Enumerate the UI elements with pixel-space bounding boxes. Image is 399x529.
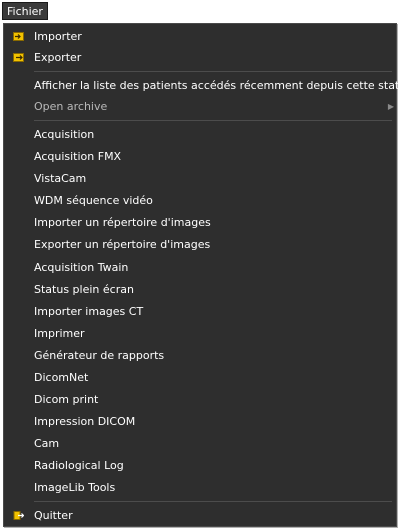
menu-item-label: Dicom print bbox=[34, 393, 99, 406]
menu-item-recent-patients[interactable]: Afficher la liste des patients accédés r… bbox=[4, 75, 399, 96]
menu-item-label: Acquisition Twain bbox=[34, 261, 129, 274]
menu-item-label: WDM séquence vidéo bbox=[34, 194, 153, 207]
menu-separator bbox=[34, 120, 392, 121]
menu-item-label: ImageLib Tools bbox=[34, 481, 116, 494]
menu-item-imagelib-tools[interactable]: ImageLib Tools bbox=[4, 477, 396, 498]
menu-item-acquisition-twain[interactable]: Acquisition Twain bbox=[4, 257, 396, 278]
menu-item-impression-dicom[interactable]: Impression DICOM bbox=[4, 411, 396, 432]
menu-item-label: Cam bbox=[34, 437, 60, 450]
menu-item-label: Importer un répertoire d'images bbox=[34, 216, 211, 229]
exit-door-icon bbox=[13, 511, 24, 520]
menu-item-status-plein-ecran[interactable]: Status plein écran bbox=[4, 279, 396, 300]
menu-item-label: Imprimer bbox=[34, 327, 85, 340]
menu-item-importer[interactable]: Importer bbox=[4, 26, 396, 47]
menu-item-open-archive[interactable]: Open archive ▶ bbox=[4, 96, 396, 117]
menu-item-generateur-rapports[interactable]: Générateur de rapports bbox=[4, 345, 396, 366]
export-icon bbox=[13, 53, 24, 62]
menu-fichier[interactable]: Fichier bbox=[2, 2, 48, 20]
menu-item-wdm-sequence-video[interactable]: WDM séquence vidéo bbox=[4, 190, 396, 211]
menu-item-label: Importer bbox=[34, 30, 82, 43]
menu-item-label: Exporter un répertoire d'images bbox=[34, 238, 211, 251]
menu-item-label: Acquisition FMX bbox=[34, 150, 122, 163]
menubar: Fichier bbox=[0, 0, 399, 22]
menu-separator bbox=[34, 501, 392, 502]
menu-item-label: VistaCam bbox=[34, 172, 87, 185]
menu-item-radiological-log[interactable]: Radiological Log bbox=[4, 455, 396, 476]
menu-item-label: Status plein écran bbox=[34, 283, 134, 296]
menu-item-label: Open archive bbox=[34, 100, 108, 113]
menu-item-vistacam[interactable]: VistaCam bbox=[4, 168, 396, 189]
menu-item-label: Afficher la liste des patients accédés r… bbox=[34, 79, 399, 92]
menu-item-label: Générateur de rapports bbox=[34, 349, 165, 362]
menu-item-importer-images-ct[interactable]: Importer images CT bbox=[4, 301, 396, 322]
menu-item-acquisition-fmx[interactable]: Acquisition FMX bbox=[4, 146, 396, 167]
menu-item-dicom-print[interactable]: Dicom print bbox=[4, 389, 396, 410]
fichier-dropdown-menu: Importer Exporter Afficher la liste des … bbox=[3, 23, 399, 527]
menu-item-exporter-repertoire[interactable]: Exporter un répertoire d'images bbox=[4, 234, 396, 255]
menu-item-label: Radiological Log bbox=[34, 459, 124, 472]
menu-item-label: Impression DICOM bbox=[34, 415, 136, 428]
menu-item-importer-repertoire[interactable]: Importer un répertoire d'images bbox=[4, 212, 396, 233]
menu-item-dicomnet[interactable]: DicomNet bbox=[4, 367, 396, 388]
menu-item-exporter[interactable]: Exporter bbox=[4, 47, 396, 68]
menu-item-quitter[interactable]: Quitter bbox=[4, 505, 396, 526]
menu-item-label: Quitter bbox=[34, 509, 73, 522]
menu-item-label: DicomNet bbox=[34, 371, 89, 384]
submenu-arrow-icon: ▶ bbox=[387, 102, 394, 111]
menu-item-imprimer[interactable]: Imprimer bbox=[4, 323, 396, 344]
menu-item-acquisition[interactable]: Acquisition bbox=[4, 124, 396, 145]
menu-item-label: Exporter bbox=[34, 51, 82, 64]
menu-item-label: Importer images CT bbox=[34, 305, 144, 318]
menu-item-label: Acquisition bbox=[34, 128, 95, 141]
menu-separator bbox=[34, 71, 392, 72]
menu-item-cam[interactable]: Cam bbox=[4, 433, 396, 454]
import-icon bbox=[13, 32, 24, 41]
